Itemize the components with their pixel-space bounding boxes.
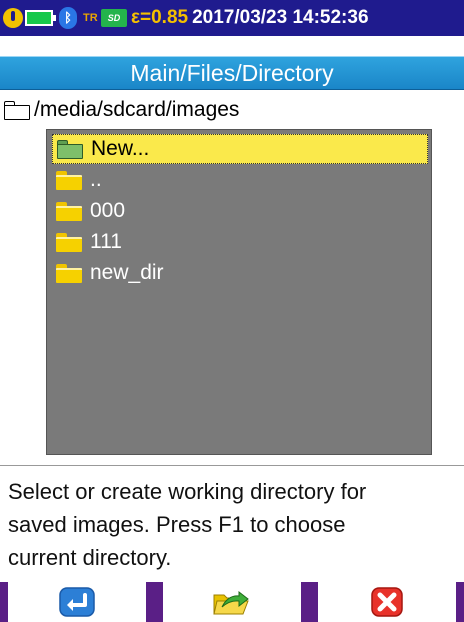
emissivity-value: ε=0.85 — [131, 7, 189, 28]
f2-open-folder-button[interactable] — [163, 582, 301, 622]
enter-icon — [59, 587, 95, 617]
folder-icon — [56, 263, 82, 283]
list-item-label: new_dir — [90, 261, 164, 284]
list-item-new-dir[interactable]: new_dir — [52, 258, 428, 288]
folder-icon — [56, 201, 82, 221]
f3-close-button[interactable] — [318, 582, 456, 622]
list-item-111[interactable]: 111 — [52, 227, 428, 257]
status-bar: ᛒ TR SD ε=0.85 2017/03/23 14:52:36 — [0, 0, 464, 36]
folder-icon — [4, 100, 30, 120]
help-text: Select or create working directory for s… — [0, 465, 464, 579]
list-item-parent[interactable]: .. — [52, 165, 428, 195]
power-icon — [3, 8, 23, 28]
path-label: /media/sdcard/images — [34, 98, 240, 121]
list-item-label: 111 — [90, 230, 122, 253]
datetime: 2017/03/23 14:52:36 — [192, 7, 369, 28]
close-icon — [371, 587, 403, 617]
sd-card-icon: SD — [101, 9, 127, 27]
list-item-000[interactable]: 000 — [52, 196, 428, 226]
folder-icon — [56, 170, 82, 190]
function-key-bar — [0, 582, 464, 622]
battery-icon — [25, 10, 56, 26]
new-folder-icon — [57, 139, 83, 159]
tr-icon: TR — [83, 12, 98, 24]
directory-list[interactable]: New... .. 000 111 new_dir — [46, 129, 432, 455]
help-line: current directory. — [8, 545, 172, 570]
help-line: Select or create working directory for — [8, 479, 367, 504]
list-item-new[interactable]: New... — [52, 134, 428, 164]
help-line: saved images. Press F1 to choose — [8, 512, 346, 537]
folder-icon — [56, 232, 82, 252]
list-item-label: New... — [91, 137, 150, 160]
f1-enter-button[interactable] — [8, 582, 146, 622]
current-path: /media/sdcard/images — [4, 96, 239, 124]
open-folder-arrow-icon — [213, 590, 249, 615]
list-item-label: 000 — [90, 199, 126, 222]
page-title: Main/Files/Directory — [0, 56, 464, 90]
list-item-label: .. — [90, 168, 102, 191]
bluetooth-icon: ᛒ — [59, 7, 77, 29]
